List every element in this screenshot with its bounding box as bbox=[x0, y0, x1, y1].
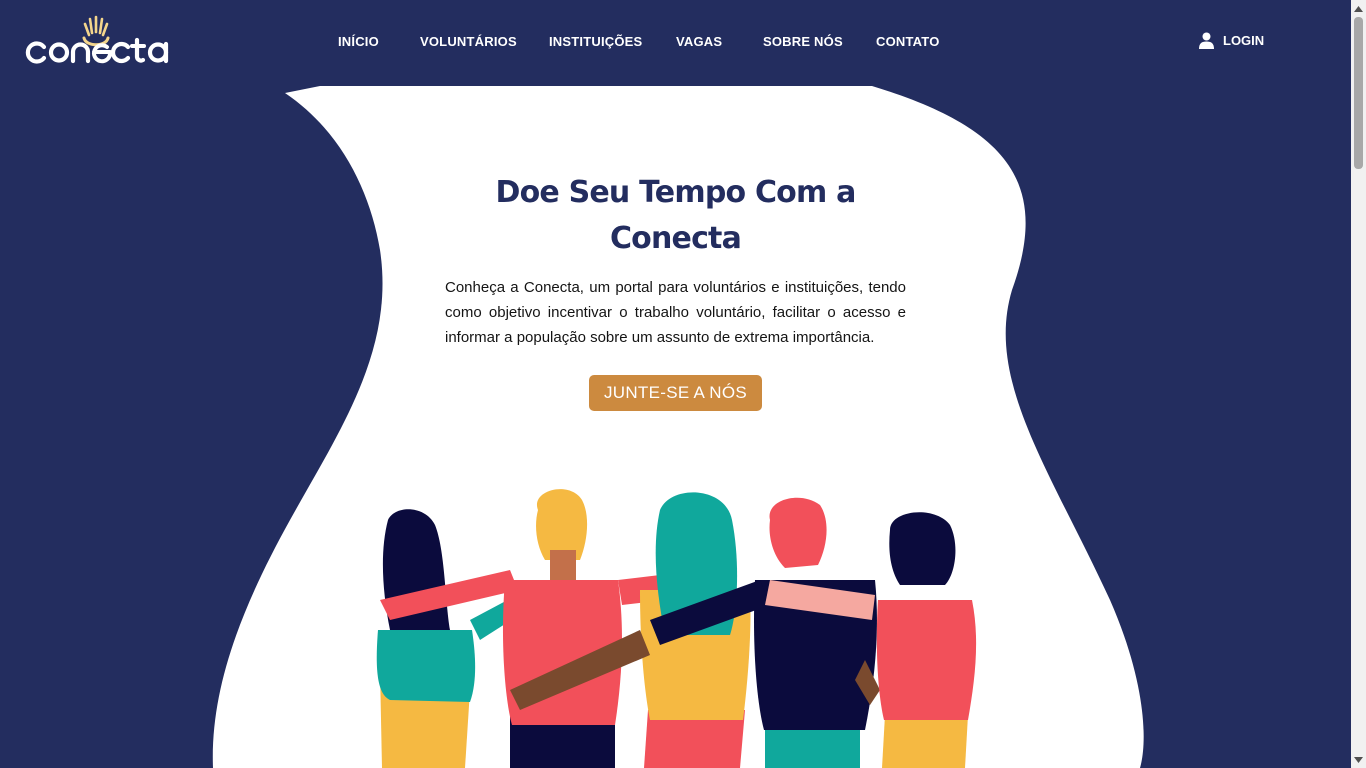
nav-link-inicio[interactable]: INÍCIO bbox=[338, 34, 379, 49]
hero-title: Doe Seu Tempo Com a Conecta bbox=[495, 175, 856, 256]
nav-link-vagas[interactable]: VAGAS bbox=[676, 34, 722, 49]
scroll-down-arrow-icon[interactable] bbox=[1351, 751, 1366, 768]
scrollbar-thumb[interactable] bbox=[1354, 17, 1363, 169]
hero-description: Conheça a Conecta, um portal para volunt… bbox=[445, 279, 906, 346]
navbar: INÍCIO VOLUNTÁRIOS INSTITUIÇÕES VAGAS SO… bbox=[0, 0, 1351, 84]
nav-link-sobre-nos[interactable]: SOBRE NÓS bbox=[763, 34, 843, 49]
login-button[interactable]: LOGIN bbox=[1199, 32, 1264, 49]
scroll-up-arrow-icon[interactable] bbox=[1351, 0, 1366, 17]
join-us-button[interactable]: JUNTE-SE A NÓS bbox=[589, 375, 762, 411]
page: INÍCIO VOLUNTÁRIOS INSTITUIÇÕES VAGAS SO… bbox=[0, 0, 1351, 768]
login-label: LOGIN bbox=[1223, 33, 1265, 48]
user-icon bbox=[1199, 32, 1214, 49]
nav-link-voluntarios[interactable]: VOLUNTÁRIOS bbox=[420, 34, 517, 49]
conecta-logo[interactable] bbox=[24, 14, 179, 66]
vertical-scrollbar[interactable] bbox=[1351, 0, 1366, 768]
nav-link-instituicoes[interactable]: INSTITUIÇÕES bbox=[549, 34, 642, 49]
logo-hands-icon bbox=[25, 15, 169, 64]
nav-link-contato[interactable]: CONTATO bbox=[876, 34, 940, 49]
volunteers-group-illustration bbox=[376, 489, 977, 768]
